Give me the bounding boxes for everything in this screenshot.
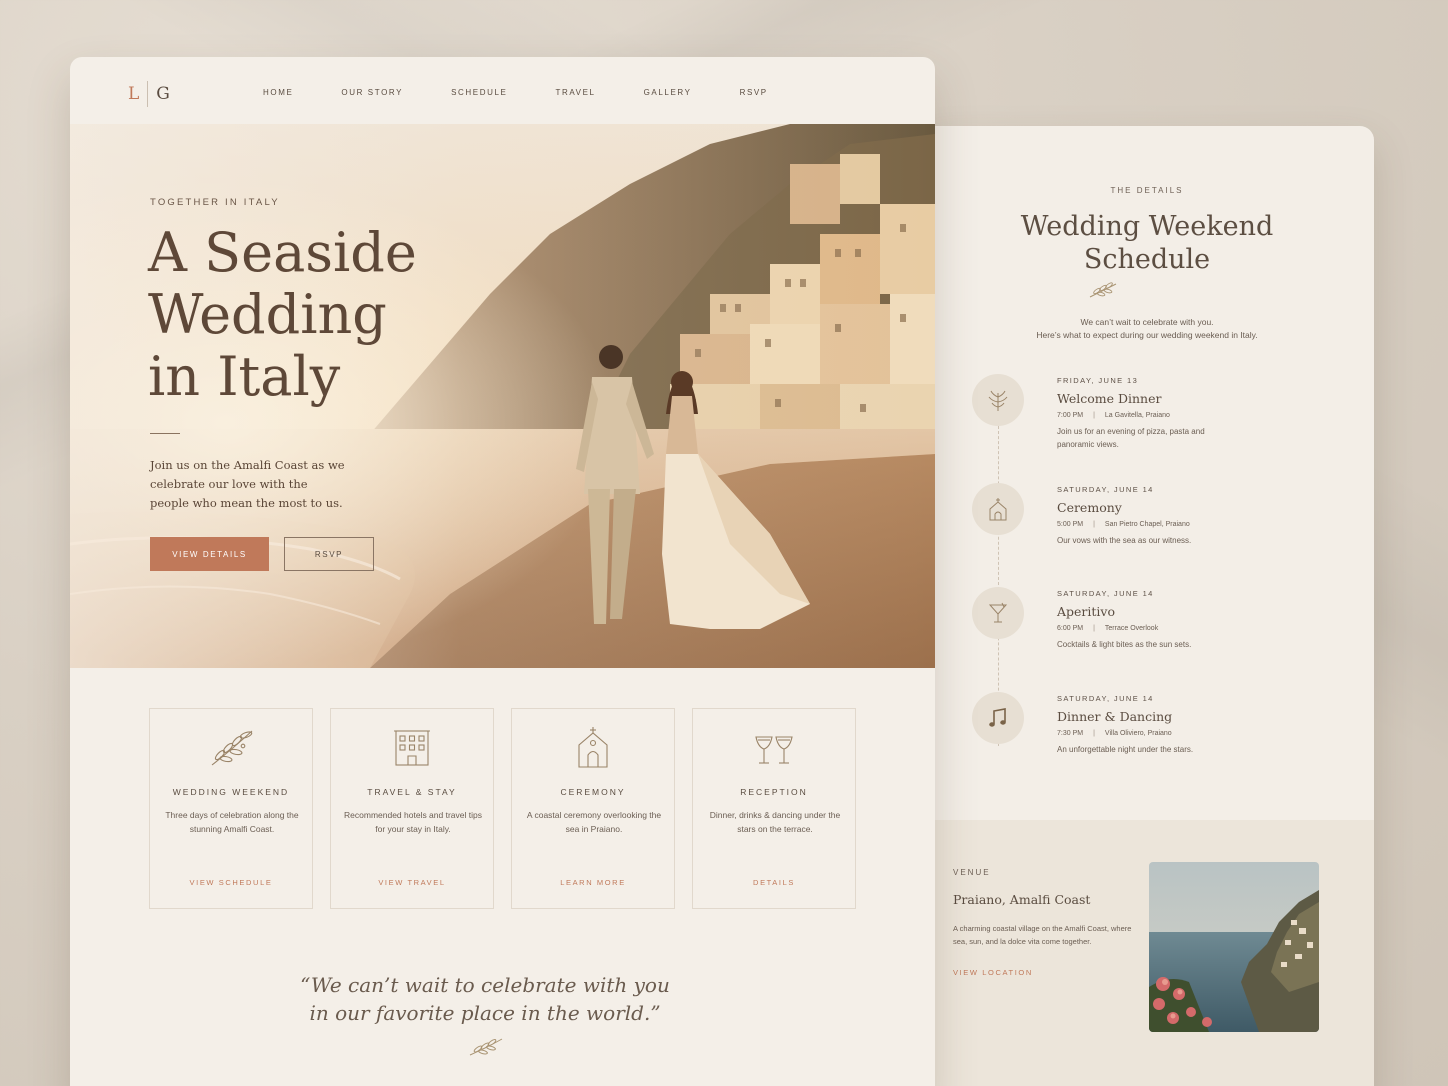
venue-section: VENUE Praiano, Amalfi Coast A charming c… bbox=[920, 820, 1374, 1086]
view-schedule-link[interactable]: VIEW SCHEDULE bbox=[150, 878, 312, 887]
view-location-link[interactable]: VIEW LOCATION bbox=[953, 968, 1033, 977]
event-day: SATURDAY, JUNE 14 bbox=[1057, 485, 1154, 494]
event-description: Join us for an evening of pizza, pasta a… bbox=[1057, 427, 1205, 449]
feature-card-reception[interactable]: RECEPTION Dinner, drinks & dancing under… bbox=[692, 708, 856, 909]
nav-our-story[interactable]: OUR STORY bbox=[341, 88, 403, 97]
music-note-icon bbox=[972, 692, 1024, 744]
event-day: SATURDAY, JUNE 14 bbox=[1057, 694, 1154, 703]
event-name: Dinner & Dancing bbox=[1057, 709, 1173, 724]
venue-description: A charming coastal village on the Amalfi… bbox=[953, 924, 1132, 946]
schedule-page: THE DETAILS Wedding Weekend Schedule We … bbox=[920, 126, 1374, 1086]
feature-card-ceremony[interactable]: CEREMONY A coastal ceremony overlooking … bbox=[511, 708, 675, 909]
main-nav: HOME OUR STORY SCHEDULE TRAVEL GALLERY R… bbox=[263, 88, 816, 97]
event-day: FRIDAY, JUNE 13 bbox=[1057, 376, 1139, 385]
logo[interactable]: L G bbox=[128, 81, 170, 107]
home-page: L G HOME OUR STORY SCHEDULE TRAVEL GALLE… bbox=[70, 57, 935, 1086]
event-description: Cocktails & light bites as the sun sets. bbox=[1057, 640, 1192, 649]
nav-gallery[interactable]: GALLERY bbox=[644, 88, 692, 97]
schedule-intro: We can’t wait to celebrate with you. Her… bbox=[1036, 317, 1258, 340]
hero-divider bbox=[150, 433, 180, 434]
event-name: Welcome Dinner bbox=[1057, 391, 1162, 406]
event-description: An unforgettable night under the stars. bbox=[1057, 745, 1194, 754]
view-travel-link[interactable]: VIEW TRAVEL bbox=[331, 878, 493, 887]
logo-divider bbox=[147, 81, 149, 107]
feature-title: WEDDING WEEKEND bbox=[172, 787, 290, 797]
hotel-icon bbox=[331, 725, 493, 769]
venue-name: Praiano, Amalfi Coast bbox=[953, 892, 1091, 907]
feature-title: TRAVEL & STAY bbox=[367, 787, 457, 797]
event-meta: 7:00 PM | La Gavitella, Praiano bbox=[1057, 412, 1170, 419]
hero-subtitle: Join us on the Amalfi Coast as we celebr… bbox=[150, 458, 345, 510]
feature-title: CEREMONY bbox=[560, 787, 626, 797]
hero-eyebrow: TOGETHER IN ITALY bbox=[150, 197, 280, 208]
feature-card-wedding-weekend[interactable]: WEDDING WEEKEND Three days of celebratio… bbox=[149, 708, 313, 909]
quote: “We can’t wait to celebrate with you in … bbox=[300, 973, 670, 1025]
chapel-icon bbox=[972, 483, 1024, 535]
champagne-glasses-icon bbox=[693, 725, 855, 769]
feature-description: A coastal ceremony overlooking the sea i… bbox=[526, 810, 662, 834]
event-meta: 6:00 PM | Terrace Overlook bbox=[1057, 625, 1159, 632]
feature-description: Three days of celebration along the stun… bbox=[165, 810, 299, 834]
olive-sprig-icon bbox=[972, 374, 1024, 426]
olive-sprig-icon bbox=[468, 1037, 504, 1062]
schedule-title: Wedding Weekend Schedule bbox=[1020, 211, 1274, 275]
venue-eyebrow: VENUE bbox=[953, 868, 991, 877]
cocktail-icon bbox=[972, 587, 1024, 639]
event-name: Aperitivo bbox=[1057, 604, 1116, 619]
nav-schedule[interactable]: SCHEDULE bbox=[451, 88, 507, 97]
event-description: Our vows with the sea as our witness. bbox=[1057, 536, 1192, 545]
olive-branch-icon bbox=[150, 725, 312, 769]
feature-description: Dinner, drinks & dancing under the stars… bbox=[709, 810, 841, 834]
nav-rsvp[interactable]: RSVP bbox=[740, 88, 768, 97]
learn-more-link[interactable]: LEARN MORE bbox=[512, 878, 674, 887]
feature-card-travel-stay[interactable]: TRAVEL & STAY Recommended hotels and tra… bbox=[330, 708, 494, 909]
event-name: Ceremony bbox=[1057, 500, 1122, 515]
nav-travel[interactable]: TRAVEL bbox=[555, 88, 595, 97]
chapel-icon bbox=[512, 725, 674, 769]
venue-photo bbox=[1149, 862, 1319, 1032]
event-day: SATURDAY, JUNE 14 bbox=[1057, 589, 1154, 598]
logo-initial-right: G bbox=[156, 84, 170, 104]
rsvp-button[interactable]: RSVP bbox=[284, 537, 374, 571]
schedule-eyebrow: THE DETAILS bbox=[1110, 186, 1184, 195]
olive-sprig-icon bbox=[1088, 281, 1118, 304]
feature-description: Recommended hotels and travel tips for y… bbox=[344, 810, 482, 834]
hero-title: A Seaside Wedding in Italy bbox=[148, 221, 417, 408]
view-details-button[interactable]: VIEW DETAILS bbox=[150, 537, 269, 571]
feature-title: RECEPTION bbox=[740, 787, 808, 797]
event-meta: 7:30 PM | Villa Oliviero, Praiano bbox=[1057, 730, 1172, 737]
feature-cards: WEDDING WEEKEND Three days of celebratio… bbox=[149, 708, 873, 909]
logo-initial-left: L bbox=[128, 84, 140, 104]
event-meta: 5:00 PM | San Pietro Chapel, Praiano bbox=[1057, 521, 1190, 528]
details-link[interactable]: DETAILS bbox=[693, 878, 855, 887]
nav-home[interactable]: HOME bbox=[263, 88, 293, 97]
hero: TOGETHER IN ITALY A Seaside Wedding in I… bbox=[70, 124, 935, 668]
